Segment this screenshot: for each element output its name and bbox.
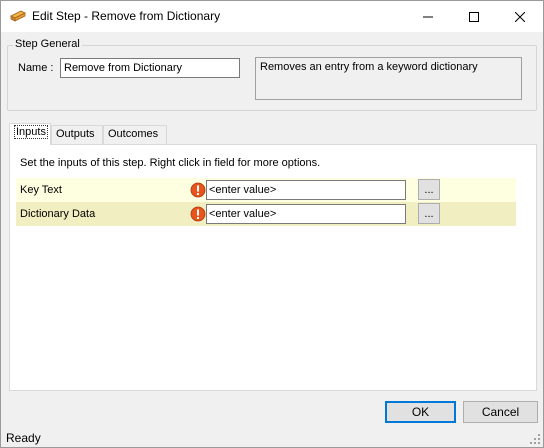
maximize-icon	[469, 11, 479, 22]
status-text: Ready	[6, 431, 41, 445]
key-text-input[interactable]	[206, 180, 406, 200]
maximize-button[interactable]	[451, 1, 497, 32]
tab-outcomes[interactable]: Outcomes	[103, 125, 167, 144]
input-row-dictionary-data: Dictionary Data ...	[16, 202, 516, 226]
description-box[interactable]: Removes an entry from a keyword dictiona…	[255, 57, 522, 100]
name-label: Name :	[18, 62, 54, 74]
row-label: Key Text	[20, 184, 62, 196]
minimize-icon	[423, 16, 433, 17]
input-row-key-text: Key Text ...	[16, 178, 516, 202]
status-bar: Ready	[1, 427, 543, 447]
edit-step-window: Edit Step - Remove from Dictionary Step …	[0, 0, 544, 448]
window-title: Edit Step - Remove from Dictionary	[32, 9, 221, 23]
tab-inputs-label: Inputs	[14, 125, 48, 139]
title-bar[interactable]: Edit Step - Remove from Dictionary	[1, 1, 543, 32]
key-text-browse-button[interactable]: ...	[418, 179, 440, 200]
row-label: Dictionary Data	[20, 208, 96, 220]
resize-grip-icon[interactable]	[529, 433, 541, 445]
close-button[interactable]	[497, 1, 543, 32]
dictionary-data-browse-button[interactable]: ...	[418, 203, 440, 224]
warning-icon	[190, 206, 206, 222]
warning-icon	[190, 182, 206, 198]
step-icon	[10, 10, 26, 22]
inputs-panel: Set the inputs of this step. Right click…	[9, 144, 537, 391]
tab-outputs[interactable]: Outputs	[51, 125, 103, 144]
tab-inputs[interactable]: Inputs	[9, 123, 51, 145]
dictionary-data-input[interactable]	[206, 204, 406, 224]
name-field[interactable]	[60, 58, 240, 78]
step-general-title: Step General	[13, 38, 82, 50]
cancel-button[interactable]: Cancel	[463, 401, 538, 423]
ok-button[interactable]: OK	[385, 401, 456, 423]
close-icon	[515, 11, 525, 22]
inputs-hint: Set the inputs of this step. Right click…	[20, 157, 321, 169]
minimize-button[interactable]	[405, 1, 451, 32]
